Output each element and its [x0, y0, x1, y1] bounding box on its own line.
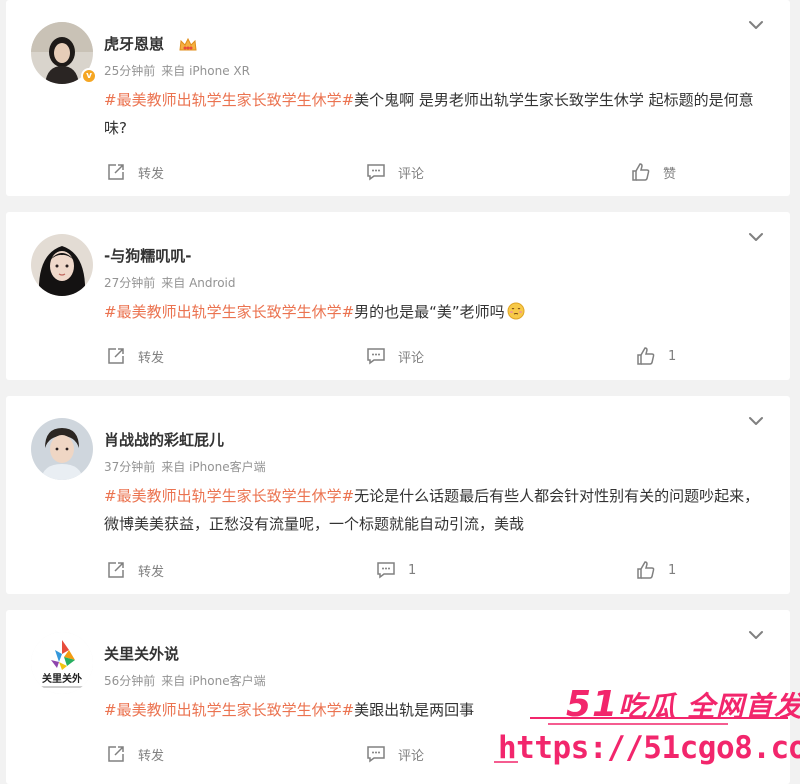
- post-content: #最美教师出轨学生家长致学生休学#男的也是最“美”老师吗: [104, 298, 764, 326]
- comment-button[interactable]: 评论: [366, 346, 424, 366]
- action-bar: 转发 1 1: [6, 560, 790, 580]
- repost-button[interactable]: 转发: [106, 346, 164, 366]
- post-source: 来自 iPhone客户端: [161, 674, 266, 688]
- hashtag-link[interactable]: #最美教师出轨学生家长致学生休学#: [104, 303, 354, 321]
- svg-text:关里关外: 关里关外: [42, 672, 82, 685]
- comment-icon: [367, 348, 385, 365]
- shy-face-emoji-icon: [507, 302, 525, 320]
- post-content: #最美教师出轨学生家长致学生休学#无论是什么话题最后有些人都会针对性别有关的问题…: [104, 482, 764, 538]
- comment-icon: [367, 746, 385, 763]
- repost-icon: [108, 562, 124, 578]
- hashtag-link[interactable]: #最美教师出轨学生家长致学生休学#: [104, 487, 354, 505]
- thumbs-up-icon: [637, 561, 655, 579]
- comment-card: 关里关外 关里关外说 56分钟前 来自 iPhone客户端 #最美教师出轨学生家长…: [6, 610, 790, 784]
- post-text: 男的也是最“美”老师吗: [354, 303, 505, 321]
- post-time[interactable]: 37分钟前: [104, 460, 155, 474]
- post-source: 来自 iPhone客户端: [161, 460, 266, 474]
- post-meta: 27分钟前 来自 Android: [104, 274, 236, 291]
- comment-label: 评论: [398, 166, 425, 182]
- avatar[interactable]: [31, 234, 93, 296]
- chevron-down-icon[interactable]: [747, 228, 765, 246]
- repost-icon: [108, 746, 124, 762]
- comment-icon: [367, 164, 385, 181]
- username-text[interactable]: 虎牙恩崽: [104, 35, 164, 53]
- like-button[interactable]: 赞: [631, 162, 676, 182]
- comment-count: 1: [408, 562, 417, 578]
- like-count: 1: [668, 562, 677, 578]
- chevron-down-icon[interactable]: [747, 626, 765, 644]
- guanliguanwai-logo-icon: 关里关外: [31, 632, 93, 694]
- repost-label: 转发: [138, 564, 165, 580]
- comment-label: 评论: [398, 748, 425, 764]
- chevron-down-icon[interactable]: [747, 412, 765, 430]
- action-bar: 转发 评论: [6, 744, 790, 764]
- post-content: #最美教师出轨学生家长致学生休学#美跟出轨是两回事: [104, 696, 764, 724]
- hashtag-link[interactable]: #最美教师出轨学生家长致学生休学#: [104, 701, 354, 719]
- post-meta: 56分钟前 来自 iPhone客户端: [104, 672, 266, 689]
- thumbs-up-icon: [632, 163, 650, 181]
- comment-card: -与狗糯叽叽- 27分钟前 来自 Android #最美教师出轨学生家长致学生休学…: [6, 212, 790, 380]
- like-button[interactable]: 1: [636, 560, 676, 580]
- username[interactable]: -与狗糯叽叽-: [104, 245, 191, 266]
- comment-button[interactable]: 1: [376, 560, 416, 580]
- verified-badge-icon: v: [81, 68, 97, 84]
- comment-card: v 虎牙恩崽 25分钟前 来自 iPhone XR #最美教师出轨学生家长致学生休…: [6, 0, 790, 196]
- comment-label: 评论: [398, 350, 425, 366]
- username-text[interactable]: 关里关外说: [104, 645, 179, 663]
- repost-button[interactable]: 转发: [106, 560, 164, 580]
- comment-button[interactable]: 评论: [366, 744, 424, 764]
- post-time[interactable]: 27分钟前: [104, 276, 155, 290]
- hashtag-link[interactable]: #最美教师出轨学生家长致学生休学#: [104, 91, 354, 109]
- avatar[interactable]: 关里关外: [31, 632, 93, 694]
- comment-icon: [377, 562, 395, 579]
- post-meta: 37分钟前 来自 iPhone客户端: [104, 458, 266, 475]
- repost-label: 转发: [138, 166, 165, 182]
- crown-badge-icon: [179, 37, 197, 50]
- username[interactable]: 虎牙恩崽: [104, 33, 199, 54]
- comment-card: 肖战战的彩虹屁儿 37分钟前 来自 iPhone客户端 #最美教师出轨学生家长致学…: [6, 396, 790, 594]
- like-button[interactable]: 1: [636, 346, 676, 366]
- post-text: 美跟出轨是两回事: [354, 701, 475, 719]
- username-text[interactable]: 肖战战的彩虹屁儿: [104, 431, 224, 449]
- post-source: 来自 Android: [161, 276, 236, 290]
- repost-icon: [108, 164, 124, 180]
- thumbs-up-icon: [637, 347, 655, 365]
- action-bar: 转发 评论 1: [6, 346, 790, 366]
- repost-label: 转发: [138, 350, 165, 366]
- action-bar: 转发 评论 赞: [6, 162, 790, 182]
- post-meta: 25分钟前 来自 iPhone XR: [104, 62, 250, 79]
- username-text[interactable]: -与狗糯叽叽-: [104, 247, 191, 265]
- like-count: 1: [668, 348, 677, 364]
- post-time[interactable]: 56分钟前: [104, 674, 155, 688]
- username[interactable]: 肖战战的彩虹屁儿: [104, 429, 224, 450]
- chevron-down-icon[interactable]: [747, 16, 765, 34]
- repost-button[interactable]: 转发: [106, 744, 164, 764]
- post-source: 来自 iPhone XR: [161, 64, 250, 78]
- repost-icon: [108, 348, 124, 364]
- post-time[interactable]: 25分钟前: [104, 64, 155, 78]
- username[interactable]: 关里关外说: [104, 643, 179, 664]
- like-label: 赞: [663, 166, 677, 182]
- avatar[interactable]: [31, 418, 93, 480]
- repost-button[interactable]: 转发: [106, 162, 164, 182]
- post-content: #最美教师出轨学生家长致学生休学#美个鬼啊 是男老师出轨学生家长致学生休学 起标…: [104, 86, 764, 142]
- repost-label: 转发: [138, 748, 165, 764]
- comment-feed: v 虎牙恩崽 25分钟前 来自 iPhone XR #最美教师出轨学生家长致学生休…: [0, 0, 800, 784]
- comment-button[interactable]: 评论: [366, 162, 424, 182]
